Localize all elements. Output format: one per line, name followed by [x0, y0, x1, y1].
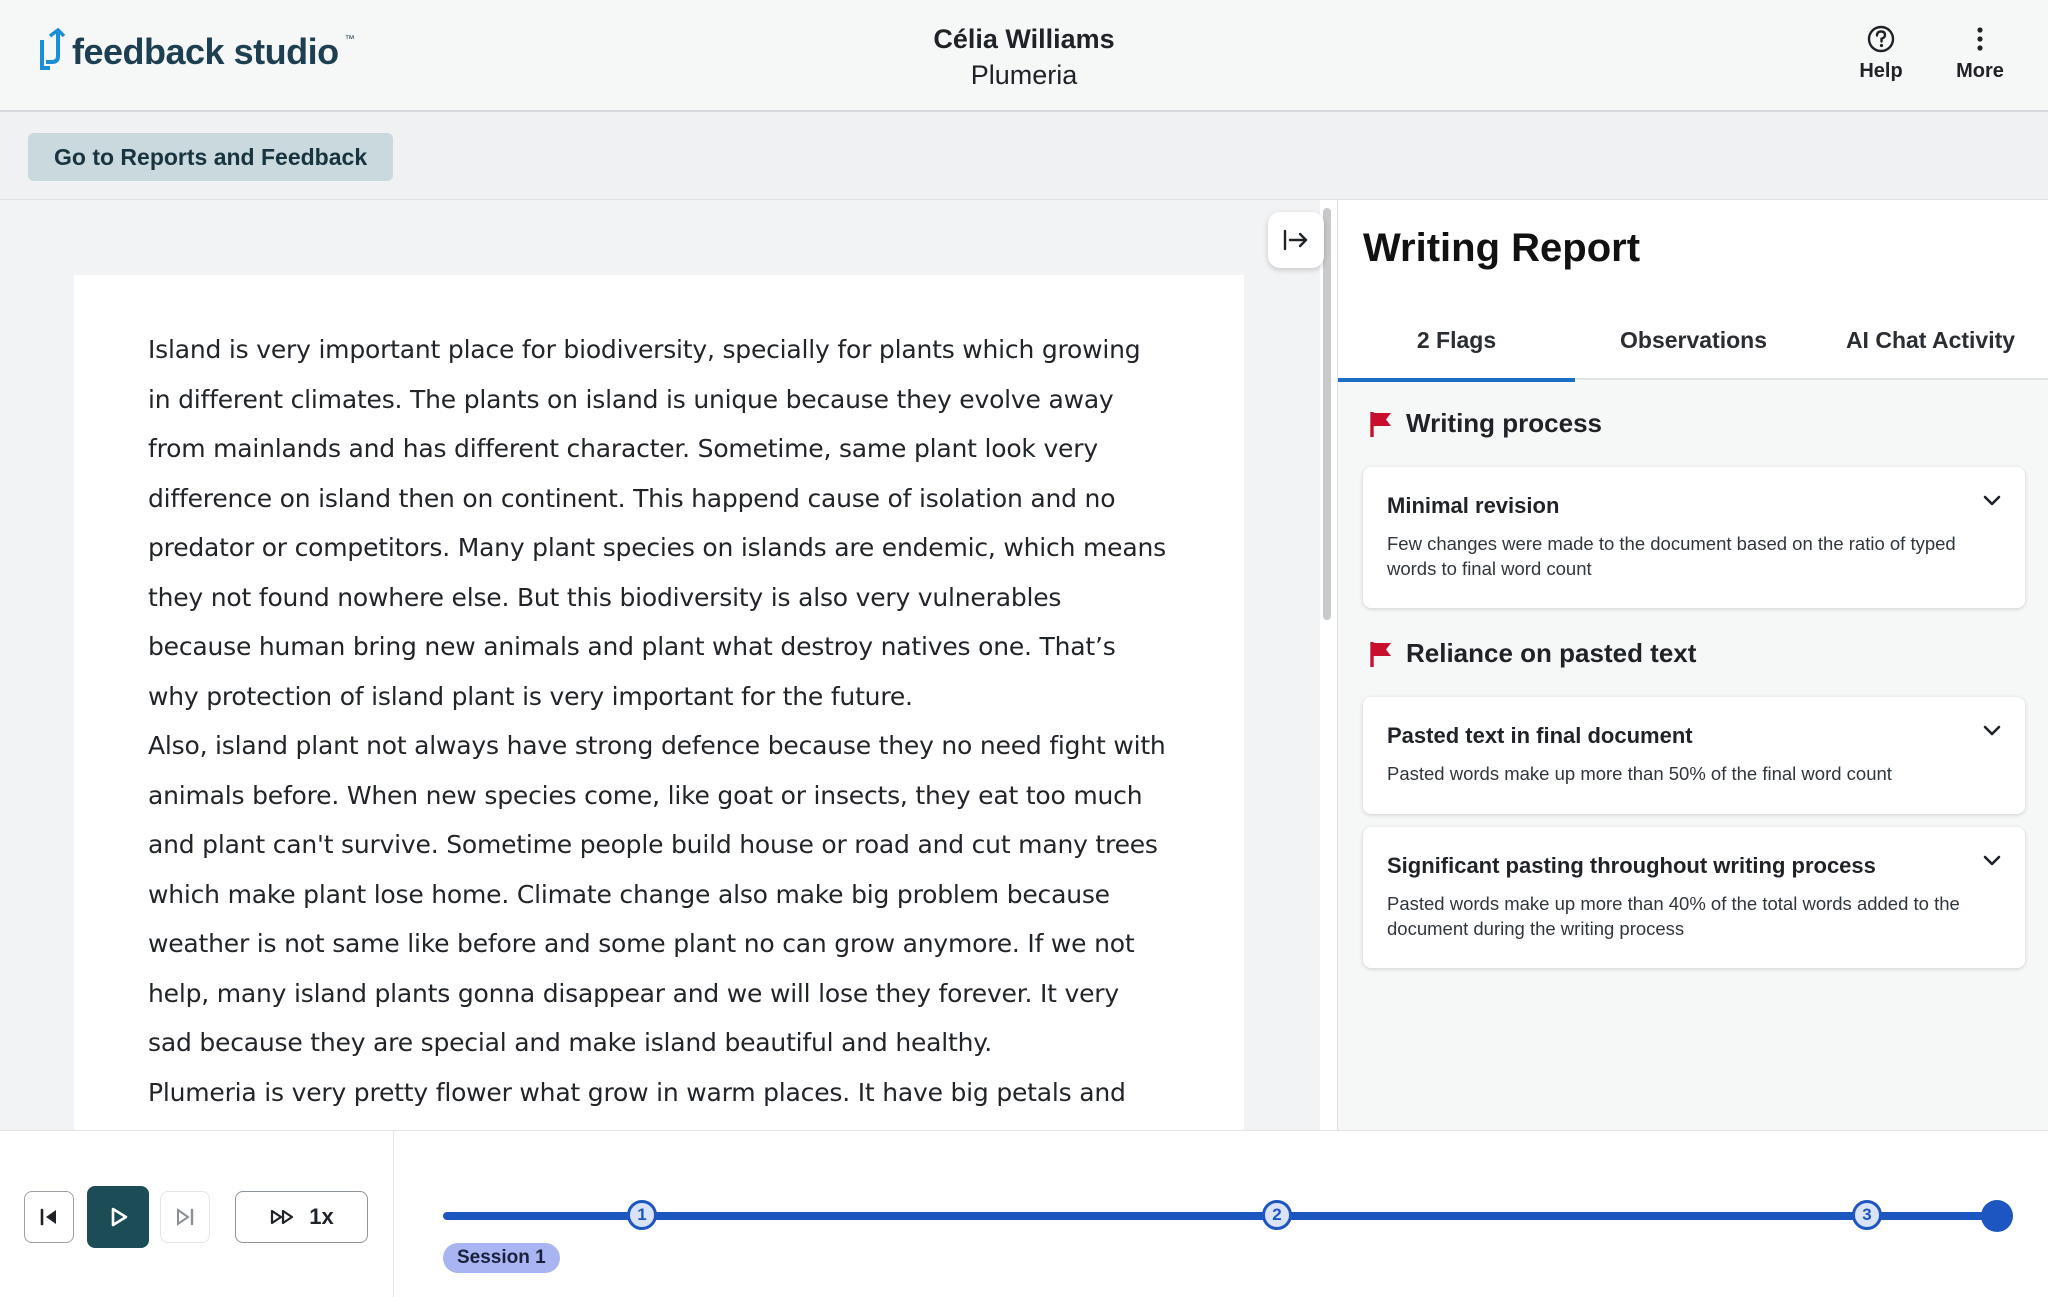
timeline-marker[interactable]: 1	[627, 1200, 657, 1230]
document-paragraph: Plumeria is very pretty flower what grow…	[148, 1077, 1126, 1131]
student-info: Célia Williams Plumeria	[0, 22, 2048, 94]
playback-speed-button[interactable]: 1x	[235, 1191, 368, 1243]
writing-report-panel: Writing Report 2 Flags Observations AI C…	[1337, 200, 2048, 1130]
flag-icon	[1370, 411, 1391, 437]
skip-to-start-button[interactable]	[24, 1191, 74, 1243]
tab-ai-chat-activity[interactable]: AI Chat Activity	[1812, 320, 2048, 380]
go-to-reports-button[interactable]: Go to Reports and Feedback	[28, 133, 394, 181]
scrollbar-thumb[interactable]	[1323, 208, 1331, 620]
chevron-down-icon[interactable]	[1981, 489, 2003, 511]
collapse-panel-button[interactable]	[1268, 212, 1324, 268]
more-vertical-icon	[1977, 27, 1983, 51]
flag-card-description: Few changes were made to the document ba…	[1387, 533, 1956, 579]
app: feedback studio ™ Célia Williams Plumeri…	[0, 0, 2048, 1297]
session-timeline[interactable]: 1 2 3 Session 1	[394, 1131, 2048, 1297]
flag-card-description: Pasted words make up more than 50% of th…	[1387, 763, 1892, 784]
flag-card-title: Minimal revision	[1387, 493, 1560, 518]
tab-flags[interactable]: 2 Flags	[1338, 320, 1575, 382]
document-viewer[interactable]: Island is very important place for biodi…	[0, 200, 1320, 1130]
document-paragraph: Also, island plant not always have stron…	[148, 731, 1166, 1057]
report-tabs: 2 Flags Observations AI Chat Activity	[1338, 320, 2048, 382]
section-heading: Writing process	[1406, 408, 1603, 438]
play-icon	[111, 1207, 128, 1227]
secondary-toolbar: Go to Reports and Feedback	[0, 112, 2048, 200]
playback-bar: 1x 1 2 3 Session 1	[0, 1130, 2048, 1297]
skip-forward-icon	[177, 1208, 194, 1226]
timeline-playhead[interactable]	[1981, 1200, 2013, 1232]
flag-card-description: Pasted words make up more than 40% of th…	[1387, 893, 1960, 939]
playback-controls: 1x	[0, 1131, 394, 1297]
more-button[interactable]: More	[1940, 24, 2020, 83]
timeline-marker[interactable]: 3	[1852, 1200, 1882, 1230]
play-button[interactable]	[87, 1186, 149, 1248]
flag-card-title: Pasted text in final document	[1387, 723, 1693, 748]
fast-forward-icon	[271, 1209, 294, 1225]
section-writing-process: Writing process	[1368, 408, 1602, 439]
flag-icon	[1370, 641, 1391, 667]
session-badge: Session 1	[443, 1243, 560, 1273]
document-page: Island is very important place for biodi…	[74, 275, 1244, 1130]
skip-to-end-button[interactable]	[160, 1191, 210, 1243]
tab-observations[interactable]: Observations	[1575, 320, 1812, 380]
timeline-track[interactable]	[443, 1212, 1995, 1220]
chevron-down-icon[interactable]	[1981, 849, 2003, 871]
top-header: feedback studio ™ Célia Williams Plumeri…	[0, 0, 2048, 112]
chevron-down-icon[interactable]	[1981, 719, 2003, 741]
help-circle-icon	[1867, 25, 1895, 53]
timeline-marker[interactable]: 2	[1262, 1200, 1292, 1230]
section-heading: Reliance on pasted text	[1406, 638, 1697, 668]
report-title: Writing Report	[1363, 226, 1641, 270]
document-title: Plumeria	[970, 60, 1078, 90]
document-scrollbar[interactable]	[1320, 200, 1336, 1130]
playback-speed-label: 1x	[309, 1204, 334, 1229]
student-name: Célia Williams	[933, 24, 1115, 54]
document-paragraph: Island is very important place for biodi…	[148, 335, 1166, 711]
report-header: Writing Report 2 Flags Observations AI C…	[1338, 200, 2048, 382]
flag-card-pasted-text-final[interactable]: Pasted text in final document Pasted wor…	[1363, 697, 2025, 814]
help-button[interactable]: Help	[1841, 24, 1921, 83]
flag-card-minimal-revision[interactable]: Minimal revision Few changes were made t…	[1363, 467, 2025, 608]
flag-card-title: Significant pasting throughout writing p…	[1387, 853, 1876, 878]
help-label: Help	[1859, 60, 1903, 82]
section-reliance-on-pasted-text: Reliance on pasted text	[1368, 638, 1696, 669]
skip-back-icon	[40, 1208, 56, 1226]
flag-card-significant-pasting[interactable]: Significant pasting throughout writing p…	[1363, 827, 2025, 968]
more-label: More	[1956, 60, 2004, 82]
collapse-right-icon	[1283, 229, 1308, 251]
